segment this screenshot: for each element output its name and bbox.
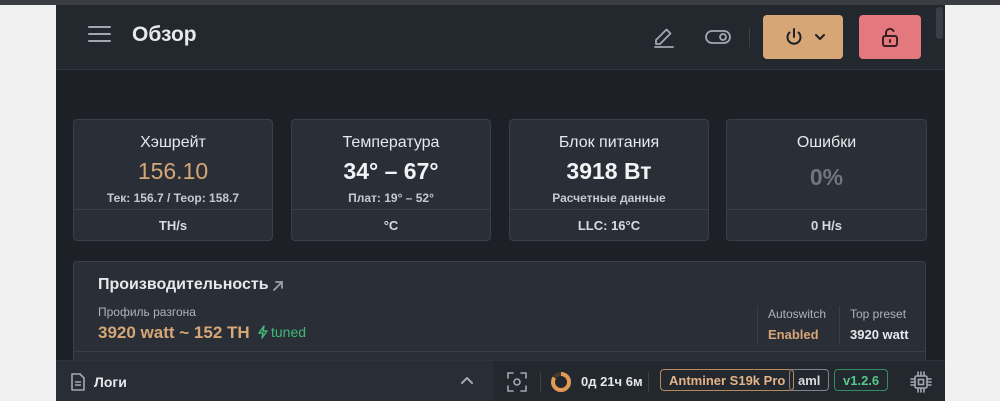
power-menu-button[interactable] [763,15,843,59]
card-label: Ошибки [796,134,857,151]
hashrate-card: Хэшрейт 156.10 Тек: 156.7 / Теор: 158.7 … [73,119,273,241]
card-subtitle: Тек: 156.7 / Теор: 158.7 [106,191,240,205]
card-subtitle: Плат: 19° – 52° [348,191,434,205]
card-label: Хэшрейт [140,134,206,151]
unlock-icon [882,27,898,47]
divider [74,351,925,352]
card-value: 34° – 67° [343,158,439,184]
card-value: 3918 Вт [566,158,652,184]
version-badge: v1.2.6 [834,369,889,391]
bolt-icon [258,325,268,339]
firmware-badge: aml [789,369,830,391]
power-icon [786,28,802,45]
uptime-value: 0д 21ч 6м [581,374,643,389]
card-unit: 0 H/s [727,209,926,242]
header-divider [749,27,750,47]
card-unit: °C [292,209,490,242]
card-label: Блок питания [558,134,660,151]
logs-label: Логи [94,374,127,390]
tuned-status: tuned [257,324,306,340]
card-value: 156.10 [137,158,209,184]
uptime-ring-icon [551,372,571,392]
card-subtitle: Расчетные данные [552,191,666,205]
power-supply-card: Блок питания 3918 Вт Расчетные данные LL… [509,119,709,241]
card-label: Температура [342,134,440,151]
card-unit: LLC: 16°C [510,209,708,242]
status-bar: Логи 0д 21ч 6м Antminer S19k Pro aml v1.… [56,360,945,401]
document-icon [71,373,85,391]
top-preset-value: 3920 watt [850,327,909,342]
overclock-profile-value: 3920 watt ~ 152 TH [98,323,250,342]
external-link-icon[interactable] [270,278,286,294]
hamburger-icon[interactable] [88,26,111,46]
autoswitch-label: Autoswitch [768,307,827,321]
logs-toggle[interactable]: Логи [56,361,494,401]
toggle-icon[interactable] [704,25,732,49]
chevron-up-icon[interactable] [460,375,474,387]
divider [757,306,758,344]
model-badge: Antminer S19k Pro [660,369,795,391]
chip-icon[interactable] [910,371,932,393]
page-title: Обзор [132,23,197,46]
focus-icon[interactable] [506,371,528,393]
errors-card: Ошибки 0% 0 H/s [726,119,927,241]
unlock-button[interactable] [859,15,921,59]
autoswitch-value: Enabled [768,327,819,342]
chevron-down-icon [815,34,825,40]
performance-title[interactable]: Производительность [98,276,269,294]
divider [540,372,541,392]
divider [648,372,649,392]
card-unit: TH/s [74,209,272,242]
overclock-profile-label: Профиль разгона [98,305,196,319]
app-window: Обзор Хэшрейт 156.10 Тек: 156.7 / Теор: … [56,5,945,401]
scrollbar-thumb[interactable] [936,7,943,39]
card-value: 0% [809,164,844,190]
divider [839,306,840,344]
top-preset-label: Top preset [850,307,907,321]
pencil-icon[interactable] [652,25,676,49]
tuned-label: tuned [271,324,307,340]
header-bar: Обзор [56,5,945,70]
temperature-card: Температура 34° – 67° Плат: 19° – 52° °C [291,119,491,241]
